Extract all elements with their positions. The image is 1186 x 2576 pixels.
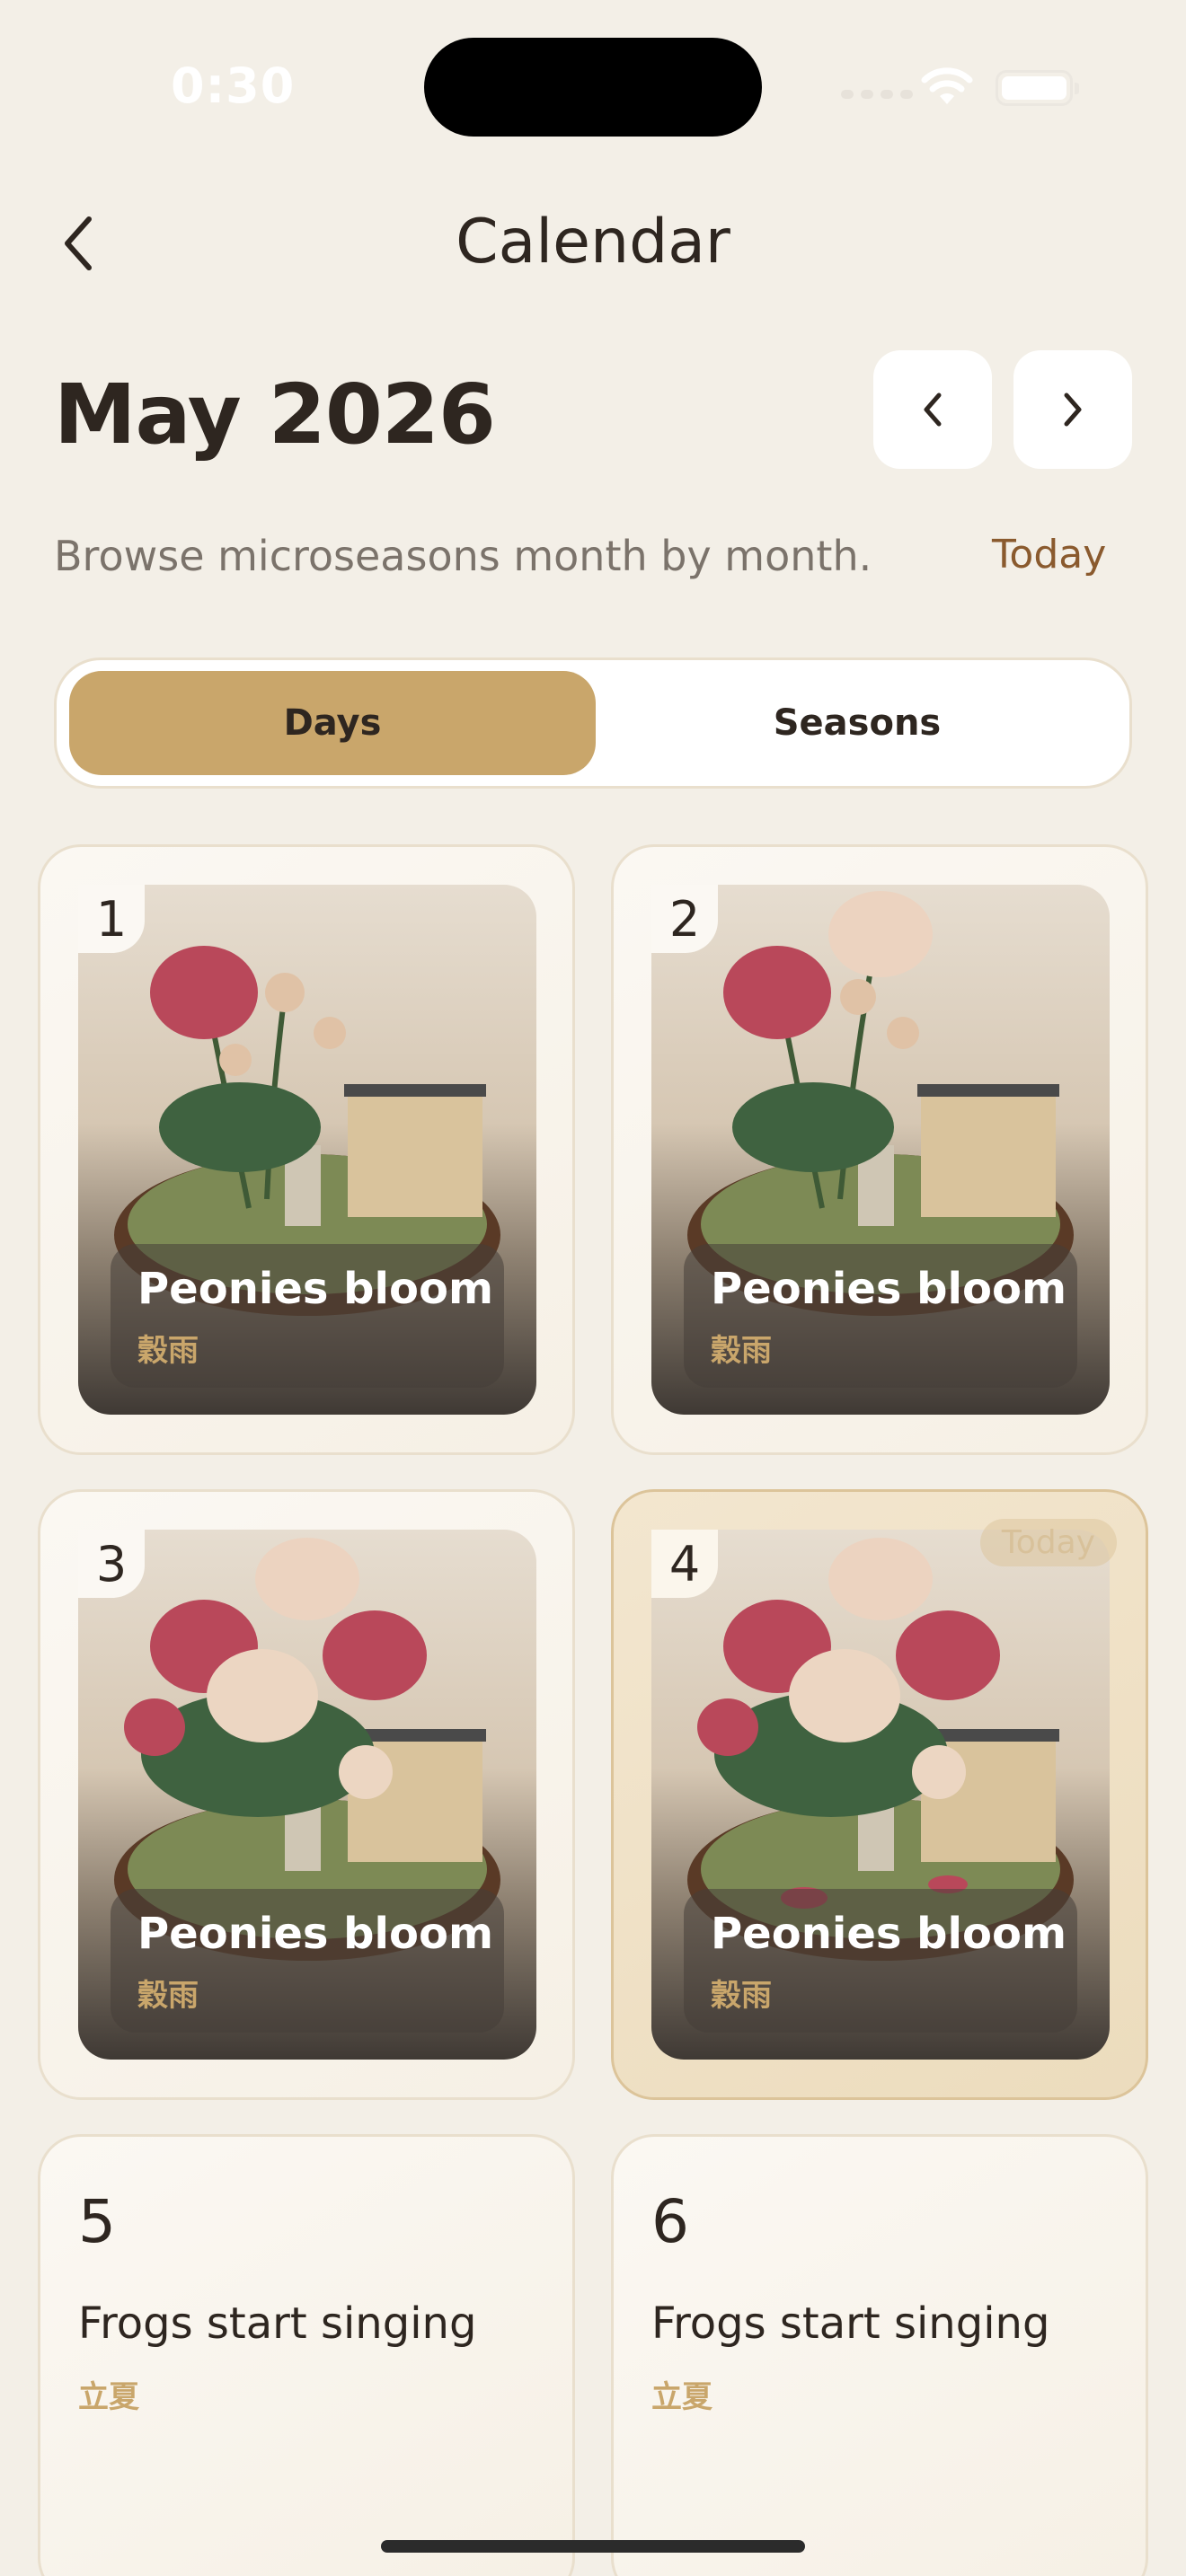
calendar-screen: 0:30 Calendar May 2026 Browse microseaso…	[0, 0, 1186, 2576]
dynamic-island	[424, 38, 762, 137]
home-indicator[interactable]	[381, 2540, 805, 2553]
day-number: 2	[651, 885, 718, 953]
today-button[interactable]: Today	[992, 532, 1106, 578]
chevron-left-icon	[924, 393, 942, 427]
microseason-title: Peonies bloom	[711, 1264, 1067, 1314]
day-number: 4	[651, 1530, 718, 1598]
microseason-title: Frogs start singing	[78, 2298, 477, 2349]
month-title: May 2026	[54, 366, 496, 463]
day-card[interactable]: 6 Frogs start singing 立夏	[611, 2134, 1148, 2576]
season-kanji: 穀雨	[711, 1978, 772, 2014]
microseason-title: Peonies bloom	[137, 1909, 493, 1959]
day-card[interactable]: 5 Frogs start singing 立夏	[38, 2134, 575, 2576]
season-kanji: 穀雨	[711, 1333, 772, 1369]
next-month-button[interactable]	[1013, 350, 1132, 469]
tab-days[interactable]: Days	[69, 671, 596, 775]
season-kanji: 穀雨	[137, 1978, 199, 2014]
microseason-title: Peonies bloom	[711, 1909, 1067, 1959]
today-badge: Today	[979, 1519, 1117, 1566]
chevron-right-icon	[1064, 393, 1082, 427]
previous-month-button[interactable]	[873, 350, 992, 469]
day-number: 6	[651, 2187, 689, 2256]
season-kanji: 立夏	[651, 2379, 712, 2415]
day-number: 3	[78, 1530, 145, 1598]
microseason-title: Frogs start singing	[651, 2298, 1050, 2349]
day-card[interactable]: 2 Peonies bloom 穀雨	[611, 844, 1148, 1455]
view-segmented-control: Days Seasons	[54, 657, 1132, 789]
season-kanji: 穀雨	[137, 1333, 199, 1369]
battery-icon	[996, 70, 1079, 106]
season-kanji: 立夏	[78, 2379, 139, 2415]
status-time: 0:30	[171, 57, 296, 114]
day-card[interactable]: 1 Peonies bloom 穀雨	[38, 844, 575, 1455]
cellular-signal-icon	[841, 90, 913, 99]
day-card-today[interactable]: 4 Today Peonies bloom 穀雨	[611, 1489, 1148, 2100]
wifi-icon	[920, 65, 974, 110]
tab-seasons[interactable]: Seasons	[594, 671, 1120, 775]
day-number: 5	[78, 2187, 116, 2256]
day-card[interactable]: 3 Peonies bloom 穀雨	[38, 1489, 575, 2100]
microseason-title: Peonies bloom	[137, 1264, 493, 1314]
day-number: 1	[78, 885, 145, 953]
page-title: Calendar	[456, 207, 730, 278]
subtitle: Browse microseasons month by month.	[54, 532, 872, 580]
